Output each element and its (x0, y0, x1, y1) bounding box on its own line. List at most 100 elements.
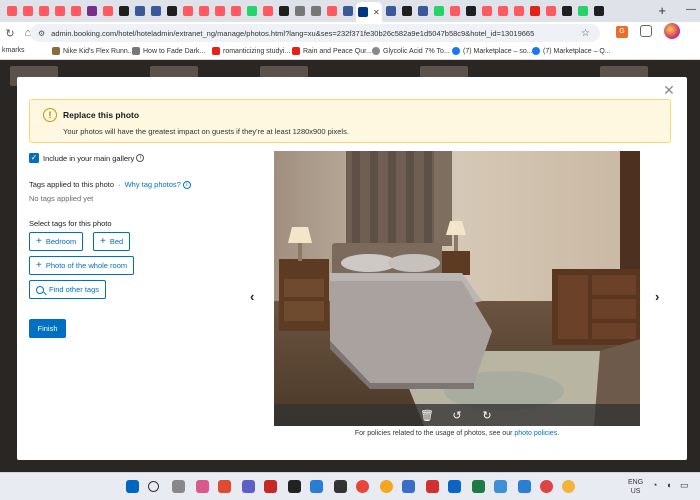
browser-tab[interactable] (591, 2, 606, 20)
rotate-right-icon[interactable]: ↻ (479, 409, 495, 422)
browser-tab[interactable] (415, 2, 430, 20)
why-tag-photos-link[interactable]: Why tag photos? (125, 180, 181, 189)
bookmark-item[interactable]: Glycolic Acid 7% To... (372, 47, 450, 55)
bookmark-item[interactable]: Rain and Peace Qur... (292, 47, 372, 55)
wifi-icon[interactable]: ◔ (652, 481, 657, 490)
previous-photo-arrow-icon[interactable]: ‹ (250, 289, 254, 304)
browser-tab[interactable] (447, 2, 462, 20)
app-icon[interactable] (494, 480, 507, 493)
browser-tab[interactable] (276, 2, 291, 20)
windows-start-icon[interactable] (126, 480, 139, 493)
word-icon[interactable] (402, 480, 415, 493)
photo-policies-link[interactable]: photo policies (514, 430, 557, 437)
new-tab-icon[interactable]: + (658, 3, 666, 18)
volume-icon[interactable]: ◖ (666, 481, 671, 490)
browser-tab[interactable] (559, 2, 574, 20)
include-gallery-row[interactable]: ✓ Include in your main gallery i (29, 153, 145, 163)
find-other-tags-button[interactable]: Find other tags (29, 280, 107, 299)
tag-whole-room-button[interactable]: + Photo of the whole room (29, 256, 135, 275)
browser-tab[interactable] (68, 2, 83, 20)
tab-favicon-icon (118, 6, 129, 16)
tab-favicon-icon (22, 6, 33, 16)
tag-bedroom-button[interactable]: + Bedroom (29, 232, 84, 251)
search-icon[interactable] (148, 481, 159, 492)
bookmark-item[interactable]: Nike Kid's Flex Runn... (52, 47, 134, 55)
browser-tab[interactable] (116, 2, 131, 20)
browser-tab[interactable] (479, 2, 494, 20)
dell-icon[interactable] (288, 480, 301, 493)
browser-tab[interactable] (100, 2, 115, 20)
browser-tab-active[interactable]: ✕ (356, 2, 382, 22)
youtube-icon (212, 47, 220, 55)
browser-tab[interactable] (148, 2, 163, 20)
browser-tab[interactable] (340, 2, 355, 20)
profile-avatar[interactable] (664, 23, 680, 39)
browser-tab[interactable] (4, 2, 19, 20)
outlook-icon[interactable] (448, 480, 461, 493)
browser-tab[interactable] (575, 2, 590, 20)
browser-tab[interactable] (164, 2, 179, 20)
browser-tab[interactable] (527, 2, 542, 20)
browser-tab[interactable] (543, 2, 558, 20)
browser-tab[interactable] (20, 2, 35, 20)
browser-tab[interactable] (36, 2, 51, 20)
browser-tab[interactable] (308, 2, 323, 20)
address-bar[interactable]: ⚙ admin.booking.com/hotel/hoteladmin/ext… (30, 24, 600, 42)
acrobat-icon[interactable] (426, 480, 439, 493)
window-controls-icon[interactable]: — (686, 4, 696, 15)
bookmark-item[interactable]: romanticizing studyi... (212, 47, 290, 55)
next-photo-arrow-icon[interactable]: › (655, 289, 659, 304)
browser-tab[interactable] (511, 2, 526, 20)
language-indicator[interactable]: ENG US (628, 478, 643, 496)
browser-tab[interactable] (196, 2, 211, 20)
app-icon[interactable] (518, 480, 531, 493)
finish-button[interactable]: Finish (29, 319, 66, 338)
browser-tab[interactable] (463, 2, 478, 20)
browser-tab[interactable] (292, 2, 307, 20)
bookmark-star-icon[interactable]: ☆ (581, 28, 590, 39)
bookmark-item[interactable]: kmarks (2, 47, 25, 54)
extension-icon[interactable]: G (616, 26, 628, 38)
browser-tab[interactable] (228, 2, 243, 20)
browser-tab[interactable] (260, 2, 275, 20)
app-icon[interactable] (264, 480, 277, 493)
close-tab-icon[interactable]: ✕ (373, 8, 380, 17)
copilot-icon[interactable] (196, 480, 209, 493)
browser-tab[interactable] (212, 2, 227, 20)
teams-icon[interactable] (242, 480, 255, 493)
edge-icon[interactable] (310, 480, 323, 493)
include-gallery-checkbox[interactable]: ✓ (29, 153, 39, 163)
tag-bed-button[interactable]: + Bed (93, 232, 131, 251)
office-icon[interactable] (218, 480, 231, 493)
browser-tab[interactable] (324, 2, 339, 20)
browser-tab[interactable] (244, 2, 259, 20)
browser-tab[interactable] (180, 2, 195, 20)
bookmark-item[interactable]: (7) Marketplace – so... (452, 47, 533, 55)
browser-tab[interactable] (431, 2, 446, 20)
extensions-puzzle-icon[interactable] (640, 25, 652, 37)
info-icon[interactable]: i (136, 154, 145, 162)
reload-icon[interactable]: ↻ (2, 27, 18, 40)
browser-tab[interactable] (84, 2, 99, 20)
site-info-icon[interactable]: ⚙ (38, 29, 45, 38)
browser-tab[interactable] (383, 2, 398, 20)
bookmark-item[interactable]: (7) Marketplace – Q... (532, 47, 611, 55)
browser-tab[interactable] (399, 2, 414, 20)
close-icon[interactable]: ✕ (663, 83, 675, 97)
browser-toolbar: ↻ ⌂ ⚙ admin.booking.com/hotel/hoteladmin… (0, 22, 700, 44)
battery-icon[interactable]: ▭ (680, 481, 689, 490)
excel-icon[interactable] (472, 480, 485, 493)
chrome-icon[interactable] (356, 480, 369, 493)
bookmark-item[interactable]: How to Fade Dark... (132, 47, 205, 55)
chrome-icon[interactable] (380, 480, 393, 493)
rotate-left-icon[interactable]: ↺ (449, 409, 465, 422)
browser-tab[interactable] (52, 2, 67, 20)
info-icon[interactable]: i (182, 180, 191, 189)
delete-icon[interactable]: 🗑 (419, 409, 435, 422)
task-view-icon[interactable] (172, 480, 185, 493)
browser-tab[interactable] (495, 2, 510, 20)
app-icon[interactable] (334, 480, 347, 493)
chrome-icon[interactable] (540, 480, 553, 493)
browser-tab[interactable] (132, 2, 147, 20)
chrome-icon[interactable] (562, 480, 575, 493)
